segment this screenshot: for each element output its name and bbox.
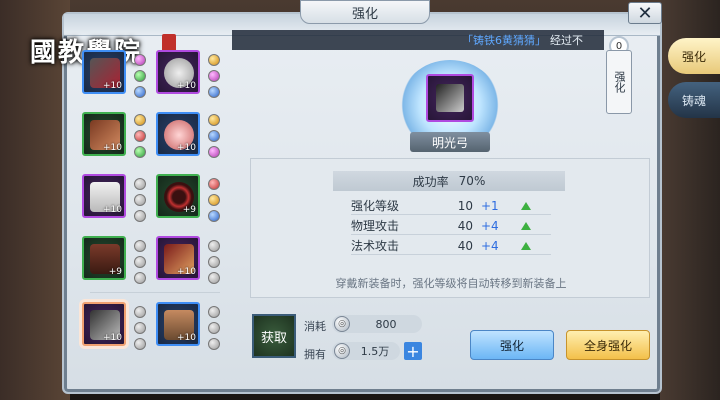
success-rate-value: 70%: [458, 174, 486, 188]
equipment-grid: +10 +10 +10 +10 +10 +9 +9 +10 +10 +10: [80, 48, 230, 388]
gem-icon: [208, 210, 220, 222]
equip-slot-charm[interactable]: +10: [156, 112, 200, 156]
empty-gem-socket: [208, 256, 220, 268]
tab-enhance[interactable]: 强化: [668, 38, 720, 74]
equip-slot-necklace[interactable]: +10: [156, 50, 200, 94]
quest-side-tab[interactable]: 强化: [606, 50, 632, 114]
empty-gem-socket: [134, 338, 146, 350]
grid-divider: [90, 292, 220, 293]
equip-slot-bow-selected[interactable]: +10: [82, 302, 126, 346]
success-rate: 成功率 70%: [333, 171, 565, 191]
gem-icon: [208, 146, 220, 158]
stats-box: 成功率 70% 强化等级 10 +1 物理攻击 40 +4 法术攻击 40 +4…: [250, 158, 650, 298]
marquee-text: 经过不: [550, 34, 583, 47]
selected-item-slot[interactable]: [426, 74, 474, 122]
gem-icon: [134, 86, 146, 98]
equip-slot-ring[interactable]: +9: [156, 174, 200, 218]
equip-slot-boots[interactable]: +9: [82, 236, 126, 280]
gem-icon: [134, 54, 146, 66]
close-button[interactable]: ✕: [628, 2, 662, 24]
equip-slot-armor[interactable]: +10: [156, 302, 200, 346]
cost-value: 800: [375, 317, 397, 331]
empty-gem-socket: [134, 306, 146, 318]
gem-icon: [134, 70, 146, 82]
empty-gem-socket: [134, 178, 146, 190]
equip-slot-weapon[interactable]: +10: [82, 50, 126, 94]
gem-icon: [208, 86, 220, 98]
enhance-stone-icon: ◎: [334, 316, 350, 332]
marquee-highlight: 「铸铁6黄猜猜」: [462, 34, 546, 47]
empty-gem-socket: [208, 322, 220, 334]
gem-icon: [134, 146, 146, 158]
arrow-up-icon: [521, 221, 531, 230]
enhance-stone-icon: ◎: [334, 343, 350, 359]
enhance-all-button[interactable]: 全身强化: [566, 330, 650, 360]
stat-row-level: 强化等级 10 +1: [351, 197, 551, 215]
arrow-up-icon: [521, 201, 531, 210]
equip-slot-pants[interactable]: +10: [82, 174, 126, 218]
own-value: 1.5万: [360, 345, 390, 358]
acquire-button[interactable]: 获取: [252, 314, 296, 358]
announcement-marquee: 「铸铁6黄猜猜」 经过不: [232, 30, 604, 50]
empty-gem-socket: [208, 272, 220, 284]
arrow-up-icon: [521, 241, 531, 250]
empty-gem-socket: [134, 194, 146, 206]
empty-gem-socket: [208, 338, 220, 350]
empty-gem-socket: [134, 256, 146, 268]
empty-gem-socket: [134, 272, 146, 284]
gem-icon: [208, 130, 220, 142]
gem-icon: [208, 194, 220, 206]
own-bar: ◎ 1.5万: [332, 342, 400, 360]
equip-slot-bracer[interactable]: +10: [82, 112, 126, 156]
gem-icon: [134, 130, 146, 142]
empty-gem-socket: [134, 240, 146, 252]
enhance-detail: 明光弓 0 强化 成功率 70% 强化等级 10 +1 物理攻击 40 +4 法…: [250, 36, 650, 300]
success-rate-label: 成功率: [412, 174, 449, 189]
cost-label: 消耗: [304, 320, 326, 333]
tab-soul-forge[interactable]: 铸魂: [668, 82, 720, 118]
equip-slot-belt[interactable]: +10: [156, 236, 200, 280]
gem-icon: [134, 114, 146, 126]
empty-gem-socket: [134, 210, 146, 222]
gem-icon: [208, 178, 220, 190]
cost-bar: ◎ 800: [332, 315, 422, 333]
gem-icon: [208, 70, 220, 82]
empty-gem-socket: [208, 240, 220, 252]
transfer-hint: 穿戴新装备时，强化等级将自动转移到新装备上: [335, 277, 567, 290]
gem-icon: [208, 54, 220, 66]
stat-row-magic: 法术攻击 40 +4: [351, 237, 551, 255]
enhance-button[interactable]: 强化: [470, 330, 554, 360]
window-title: 强化: [300, 0, 430, 24]
gem-icon: [208, 114, 220, 126]
empty-gem-socket: [134, 322, 146, 334]
empty-gem-socket: [208, 306, 220, 318]
bow-icon: [436, 84, 464, 112]
item-name: 明光弓: [410, 132, 490, 152]
stat-row-physical: 物理攻击 40 +4: [351, 217, 551, 235]
add-stone-button[interactable]: +: [404, 342, 422, 361]
own-label: 拥有: [304, 348, 326, 361]
